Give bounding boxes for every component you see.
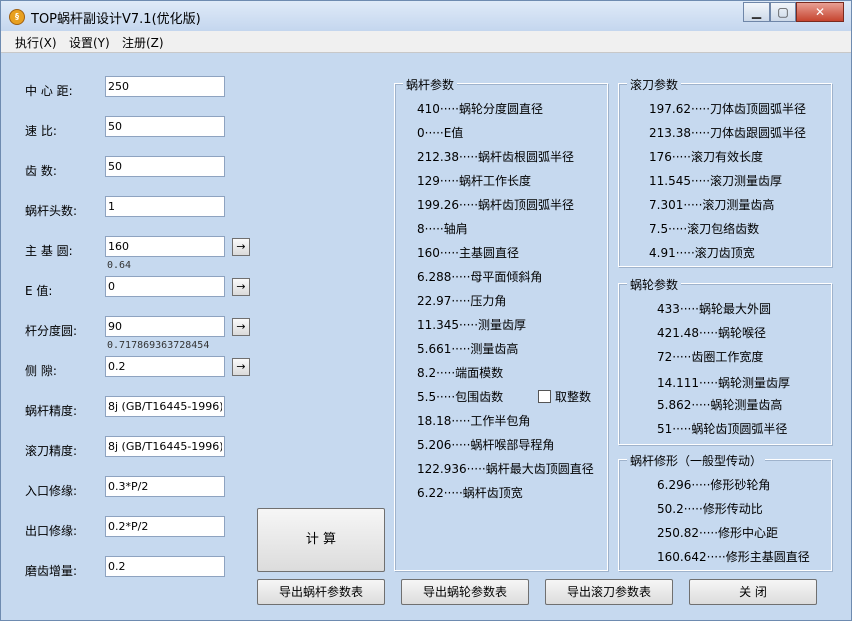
list-item: 14.111·····蜗轮测量齿厚 [657, 376, 791, 390]
speed-ratio-label: 速 比: [25, 124, 57, 138]
list-item: 160·····主基圆直径 [417, 246, 519, 260]
entry-trim-label: 入口修缘: [25, 484, 78, 498]
main-base-circle-hint: 0.64 [107, 260, 132, 271]
hob-params-title: 滚刀参数 [627, 76, 682, 93]
round-integer-checkbox[interactable] [538, 390, 551, 403]
e-value-apply-button[interactable]: → [232, 278, 250, 296]
export-wheel-params-button[interactable]: 导出蜗轮参数表 [401, 579, 529, 605]
teeth-label: 齿 数: [25, 164, 57, 178]
list-item: 5.206·····蜗杆喉部导程角 [417, 438, 555, 452]
arrow-right-icon: → [236, 240, 246, 253]
export-worm-params-button[interactable]: 导出蜗杆参数表 [257, 579, 385, 605]
list-item: 7.301·····滚刀测量齿高 [649, 198, 775, 212]
worm-modify-title: 蜗杆修形（一般型传动） [627, 452, 766, 469]
minimize-icon: ▁ [751, 5, 762, 19]
list-item: 22.97·····压力角 [417, 294, 507, 308]
list-item: 433·····蜗轮最大外圆 [657, 302, 771, 316]
list-item: 50.2·····修形传动比 [657, 502, 763, 516]
round-integer-label: 取整数 [555, 390, 592, 404]
main-base-circle-label: 主 基 圆: [25, 244, 73, 258]
menu-settings[interactable]: 设置(Y) [69, 34, 110, 51]
list-item: 8·····轴肩 [417, 222, 468, 236]
exit-trim-input[interactable] [105, 516, 225, 537]
e-value-label: E 值: [25, 284, 53, 298]
arrow-right-icon: → [236, 280, 246, 293]
maximize-button[interactable]: ▢ [770, 2, 796, 22]
wheel-params-title: 蜗轮参数 [627, 276, 682, 293]
app-window: § TOP蜗杆副设计V7.1(优化版) ▁ ▢ ✕ 执行(X) 设置(Y) 注册… [0, 0, 852, 621]
list-item: 6.288·····母平面倾斜角 [417, 270, 543, 284]
close-button[interactable]: 关 闭 [689, 579, 817, 605]
list-item: 51·····蜗轮齿顶圆弧半径 [657, 422, 788, 436]
list-item: 213.38·····刀体齿跟圆弧半径 [649, 126, 807, 140]
speed-ratio-input[interactable] [105, 116, 225, 137]
hob-precision-label: 滚刀精度: [25, 444, 78, 458]
hob-params-group: 滚刀参数 197.62·····刀体齿顶圆弧半径 213.38·····刀体齿跟… [618, 76, 832, 267]
list-item: 129·····蜗杆工作长度 [417, 174, 531, 188]
list-item: 160.642·····修形主基圆直径 [657, 550, 810, 564]
maximize-icon: ▢ [777, 5, 789, 19]
arrow-right-icon: → [236, 320, 246, 333]
list-item: 0·····E值 [417, 126, 464, 140]
menu-execute[interactable]: 执行(X) [15, 34, 57, 51]
worm-starts-label: 蜗杆头数: [25, 204, 78, 218]
list-item: 212.38·····蜗杆齿根圆弧半径 [417, 150, 575, 164]
backlash-input[interactable] [105, 356, 225, 377]
list-item: 18.18·····工作半包角 [417, 414, 531, 428]
worm-params-title: 蜗杆参数 [403, 76, 458, 93]
minimize-button[interactable]: ▁ [743, 2, 770, 22]
menu-register[interactable]: 注册(Z) [122, 34, 164, 51]
list-item: 7.5·····滚刀包络齿数 [649, 222, 760, 236]
entry-trim-input[interactable] [105, 476, 225, 497]
close-icon: ✕ [814, 5, 826, 19]
center-distance-label: 中 心 距: [25, 84, 73, 98]
app-logo-icon: § [9, 9, 25, 25]
list-item: 176·····滚刀有效长度 [649, 150, 763, 164]
center-distance-input[interactable] [105, 76, 225, 97]
list-item: 250.82·····修形中心距 [657, 526, 779, 540]
hob-precision-input[interactable] [105, 436, 225, 457]
worm-modify-group: 蜗杆修形（一般型传动） 6.296·····修形砂轮角 50.2·····修形传… [618, 452, 832, 571]
e-value-input[interactable] [105, 276, 225, 297]
grind-allowance-input[interactable] [105, 556, 225, 577]
backlash-label: 侧 隙: [25, 364, 57, 378]
pitch-circle-label: 杆分度圆: [25, 324, 78, 338]
pitch-circle-input[interactable] [105, 316, 225, 337]
backlash-apply-button[interactable]: → [232, 358, 250, 376]
list-item: 122.936·····蜗杆最大齿顶圆直径 [417, 462, 594, 476]
title-bar: § TOP蜗杆副设计V7.1(优化版) ▁ ▢ ✕ [1, 1, 851, 31]
worm-params-group: 蜗杆参数 410·····蜗轮分度圆直径 0·····E值 212.38····… [394, 76, 608, 571]
list-item: 72·····齿圈工作宽度 [657, 350, 764, 364]
main-base-circle-input[interactable] [105, 236, 225, 257]
main-base-circle-apply-button[interactable]: → [232, 238, 250, 256]
list-item: 6.22·····蜗杆齿顶宽 [417, 486, 523, 500]
list-item: 5.862·····蜗轮测量齿高 [657, 398, 783, 412]
exit-trim-label: 出口修缘: [25, 524, 78, 538]
list-item: 5.5·····包围齿数 [417, 390, 504, 404]
export-hob-params-button[interactable]: 导出滚刀参数表 [545, 579, 673, 605]
wheel-params-group: 蜗轮参数 433·····蜗轮最大外圆 421.48·····蜗轮喉径 72··… [618, 276, 832, 445]
window-title: TOP蜗杆副设计V7.1(优化版) [31, 12, 201, 27]
list-item: 4.91·····滚刀齿顶宽 [649, 246, 755, 260]
list-item: 199.26·····蜗杆齿顶圆弧半径 [417, 198, 575, 212]
menu-bar: 执行(X) 设置(Y) 注册(Z) [1, 31, 851, 53]
worm-starts-input[interactable] [105, 196, 225, 217]
list-item: 11.545·····滚刀测量齿厚 [649, 174, 783, 188]
arrow-right-icon: → [236, 360, 246, 373]
pitch-circle-hint: 0.717869363728454 [107, 340, 210, 351]
calculate-button[interactable]: 计 算 [257, 508, 385, 572]
worm-precision-label: 蜗杆精度: [25, 404, 78, 418]
pitch-circle-apply-button[interactable]: → [232, 318, 250, 336]
grind-allowance-label: 磨齿增量: [25, 564, 78, 578]
list-item: 421.48·····蜗轮喉径 [657, 326, 767, 340]
close-window-button[interactable]: ✕ [796, 2, 844, 22]
teeth-input[interactable] [105, 156, 225, 177]
list-item: 8.2·····端面模数 [417, 366, 504, 380]
list-item: 6.296·····修形砂轮角 [657, 478, 771, 492]
list-item: 197.62·····刀体齿顶圆弧半径 [649, 102, 807, 116]
list-item: 5.661·····测量齿高 [417, 342, 519, 356]
worm-precision-input[interactable] [105, 396, 225, 417]
list-item: 11.345·····测量齿厚 [417, 318, 527, 332]
list-item: 410·····蜗轮分度圆直径 [417, 102, 543, 116]
